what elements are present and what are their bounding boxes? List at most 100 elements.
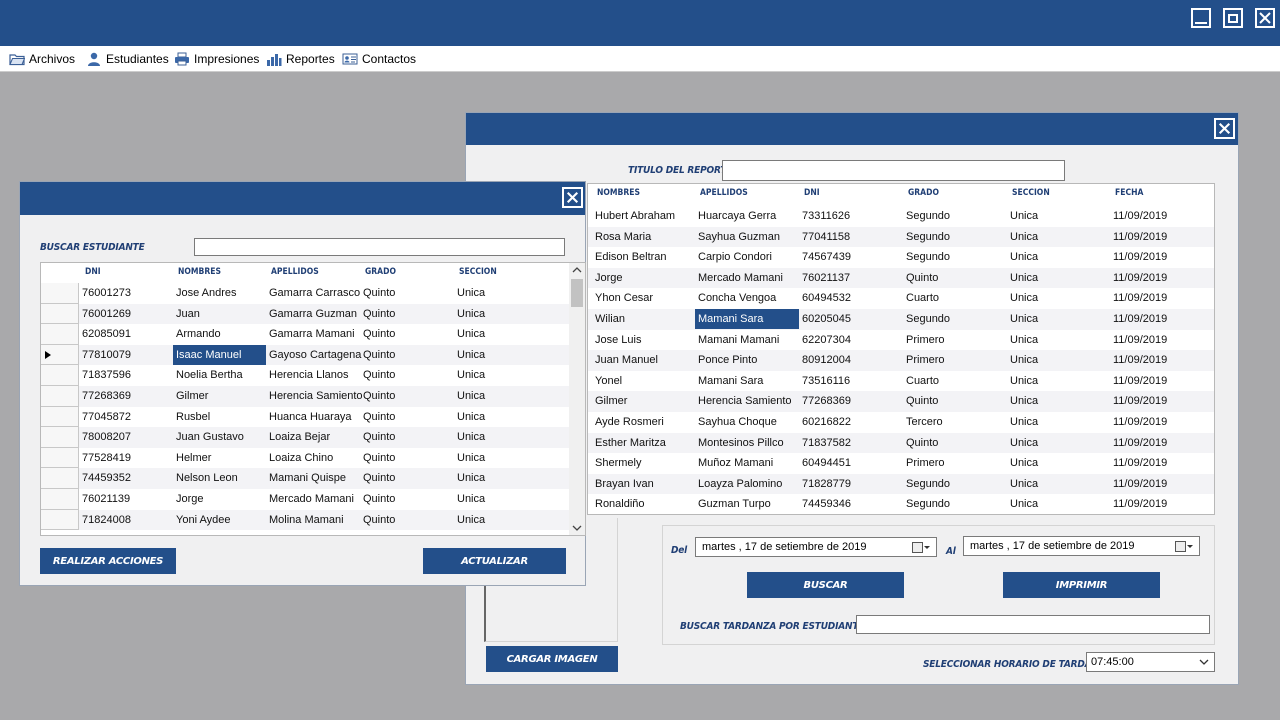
cell[interactable]: Unica [1010, 210, 1038, 222]
table-row[interactable]: Ronaldiño Guzman Turpo 74459346 Segundo Unic… [588, 494, 1214, 514]
col-header-grado[interactable]: GRADO [908, 188, 939, 198]
cell[interactable]: 11/09/2019 [1113, 292, 1167, 304]
cell[interactable]: 71824008 [82, 514, 131, 526]
cell[interactable]: Unica [1010, 313, 1038, 325]
cell[interactable]: Quinto [363, 390, 395, 402]
table-row[interactable]: Juan Manuel Ponce Pinto 80912004 Primero Uni… [588, 350, 1214, 371]
cell[interactable]: Montesinos Pillco [698, 437, 784, 449]
cell[interactable]: 77045872 [82, 411, 131, 423]
cell[interactable]: Nelson Leon [176, 472, 238, 484]
scroll-down-icon[interactable] [572, 524, 582, 532]
cell[interactable]: Segundo [906, 478, 950, 490]
scroll-up-icon[interactable] [572, 266, 582, 274]
report-table[interactable]: NOMBRES APELLIDOS DNI GRADO SECCION FECH… [587, 183, 1215, 515]
cell[interactable]: Hubert Abraham [595, 210, 675, 222]
update-button[interactable]: ACTUALIZAR [423, 548, 566, 574]
cell[interactable]: Ponce Pinto [698, 354, 757, 366]
cell[interactable]: Armando [176, 328, 221, 340]
table-row[interactable]: Gilmer Herencia Samiento 77268369 Quinto Uni… [588, 391, 1214, 412]
cell[interactable]: Unica [1010, 457, 1038, 469]
cell[interactable]: 80912004 [802, 354, 851, 366]
cell[interactable]: Quinto [363, 349, 395, 361]
cell[interactable]: Yonel [595, 375, 622, 387]
cell[interactable]: Unica [1010, 292, 1038, 304]
cell[interactable]: Unica [457, 390, 485, 402]
cell[interactable]: 60494532 [802, 292, 851, 304]
calendar-dropdown-icon[interactable] [1175, 541, 1193, 552]
table-row[interactable]: 76001269 Juan Gamarra Guzman Quinto Unica [41, 303, 571, 325]
col-header-dni[interactable]: DNI [85, 267, 101, 277]
cell[interactable]: 11/09/2019 [1113, 437, 1167, 449]
cell[interactable]: Unica [1010, 334, 1038, 346]
cell[interactable]: Primero [906, 354, 945, 366]
table-row[interactable]: 74459352 Nelson Leon Mamani Quispe Quinto Un… [41, 468, 571, 489]
cell[interactable]: Guzman Turpo [698, 498, 771, 510]
cell[interactable]: Wilian [595, 313, 625, 325]
cell[interactable]: Gamarra Guzman [269, 308, 357, 320]
cell[interactable]: 77268369 [82, 390, 131, 402]
to-date-picker[interactable]: martes , 17 de setiembre de 2019 [963, 536, 1200, 556]
cell[interactable]: Cuarto [906, 292, 939, 304]
cell[interactable]: Shermely [595, 457, 641, 469]
students-table[interactable]: DNI NOMBRES APELLIDOS GRADO SECCION 7600… [40, 262, 586, 536]
table-row[interactable]: Edison Beltran Carpio Condori 74567439 Segu… [588, 247, 1214, 268]
cell[interactable]: Juan [176, 308, 200, 320]
col-header-dni[interactable]: DNI [804, 188, 820, 198]
cell[interactable]: Sayhua Choque [698, 416, 777, 428]
cell[interactable]: Unica [457, 287, 485, 299]
close-icon[interactable] [1255, 8, 1275, 28]
actions-button[interactable]: REALIZAR ACCIONES [40, 548, 176, 574]
table-row[interactable]: 77268369 Gilmer Herencia Samiento Quinto Uni… [41, 386, 571, 407]
menu-reportes[interactable]: Reportes [266, 50, 335, 68]
table-row[interactable]: 62085091 Armando Gamarra Mamani Quinto Unica [41, 324, 571, 345]
row-header[interactable] [41, 283, 79, 304]
cell[interactable]: Mamani Sara [698, 375, 763, 387]
cell[interactable]: Unica [1010, 478, 1038, 490]
cell[interactable]: Quinto [363, 308, 395, 320]
cell[interactable]: Unica [1010, 375, 1038, 387]
cell[interactable]: Loaiza Bejar [269, 431, 330, 443]
print-button[interactable]: IMPRIMIR [1003, 572, 1160, 598]
cell[interactable]: Mamani Quispe [269, 472, 346, 484]
cell[interactable]: Segundo [906, 251, 950, 263]
menu-impresiones[interactable]: Impresiones [174, 50, 259, 68]
cell[interactable]: Mamani Sara [695, 309, 799, 329]
cell[interactable]: Unica [1010, 416, 1038, 428]
cell[interactable]: 71828779 [802, 478, 851, 490]
cell[interactable]: Sayhua Guzman [698, 231, 780, 243]
cell[interactable]: Loaiza Chino [269, 452, 333, 464]
cell[interactable]: 71837582 [802, 437, 851, 449]
minimize-icon[interactable] [1191, 8, 1211, 28]
table-row[interactable]: Brayan Ivan Loayza Palomino 71828779 Segund… [588, 473, 1214, 495]
cell[interactable]: Huarcaya Gerra [698, 210, 776, 222]
cell[interactable]: 62085091 [82, 328, 131, 340]
cell[interactable]: Unica [457, 452, 485, 464]
cell[interactable]: Jorge [176, 493, 204, 505]
menu-estudiantes[interactable]: Estudiantes [86, 50, 169, 68]
schedule-select[interactable]: 07:45:00 [1086, 652, 1215, 672]
cell[interactable]: Yhon Cesar [595, 292, 653, 304]
cell[interactable]: 11/09/2019 [1113, 416, 1167, 428]
students-table-scrollbar[interactable] [569, 263, 585, 535]
cell[interactable]: Noelia Bertha [176, 369, 243, 381]
cell[interactable]: 73516116 [802, 375, 850, 387]
cell[interactable]: 76001273 [82, 287, 131, 299]
cell[interactable]: 11/09/2019 [1113, 231, 1167, 243]
scrollbar-thumb[interactable] [571, 279, 583, 307]
cell[interactable]: 60494451 [802, 457, 851, 469]
from-date-picker[interactable]: martes , 17 de setiembre de 2019 [695, 537, 937, 557]
table-row[interactable]: 77528419 Helmer Loaiza Chino Quinto Unica [41, 447, 571, 469]
cell[interactable]: 78008207 [82, 431, 131, 443]
cell[interactable]: Unica [457, 493, 485, 505]
col-header-seccion[interactable]: SECCION [1012, 188, 1050, 198]
cell[interactable]: 77041158 [802, 231, 850, 243]
search-button[interactable]: BUSCAR [747, 572, 904, 598]
row-header[interactable] [41, 303, 79, 325]
col-header-fecha[interactable]: FECHA [1115, 188, 1143, 198]
cell[interactable]: Unica [1010, 354, 1038, 366]
cell[interactable]: Rosa Maria [595, 231, 651, 243]
cell[interactable]: 11/09/2019 [1113, 272, 1167, 284]
cell[interactable]: Ronaldiño [595, 498, 645, 510]
cell[interactable]: Segundo [906, 498, 950, 510]
cell[interactable]: Yoni Aydee [176, 514, 230, 526]
